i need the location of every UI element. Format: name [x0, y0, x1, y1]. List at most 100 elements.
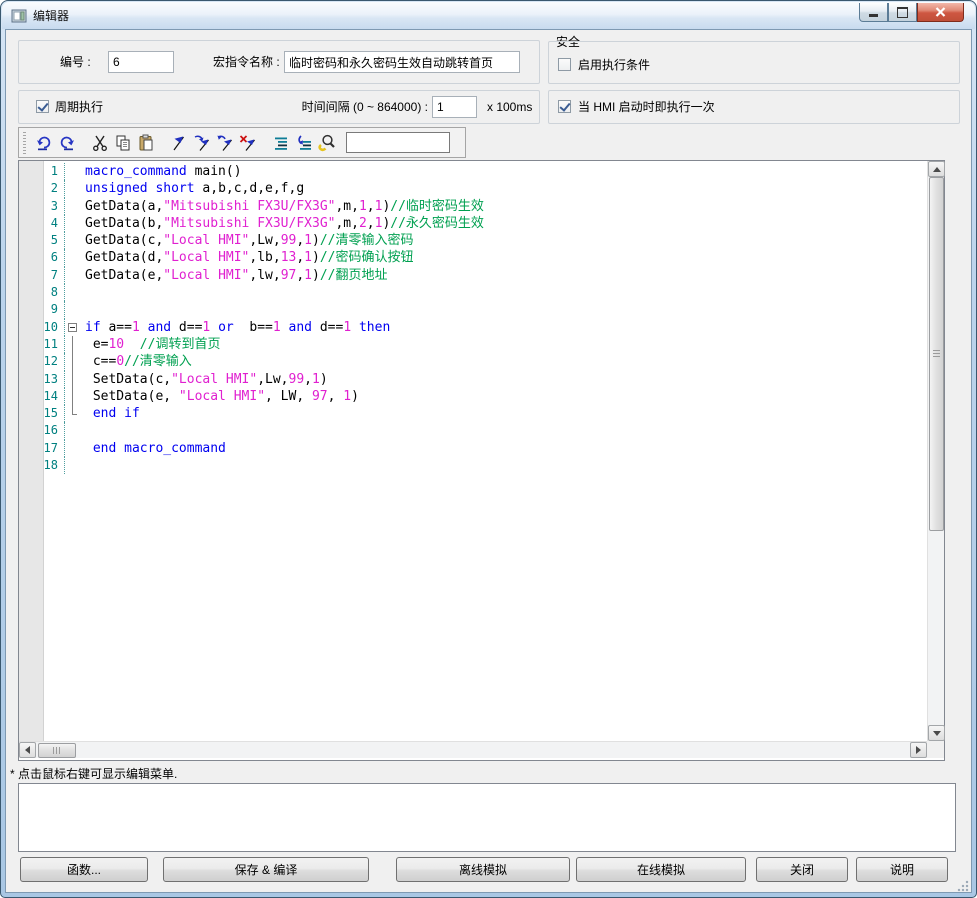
close-dialog-button[interactable]: 关闭: [756, 857, 848, 882]
fold-gutter: [65, 232, 81, 249]
scroll-right-button[interactable]: [910, 742, 927, 758]
next-bookmark-icon: [193, 134, 211, 152]
help-button[interactable]: 说明: [856, 857, 948, 882]
periodic-checkbox[interactable]: [36, 100, 49, 113]
fold-marker-mid: [65, 371, 81, 388]
clear-bookmarks-button[interactable]: [236, 131, 259, 154]
code-text: [81, 301, 85, 318]
arrow-left-icon: [25, 746, 30, 754]
code-line[interactable]: 12 c==0//清零输入: [19, 353, 927, 370]
undo-icon: [35, 134, 53, 152]
code-text: unsigned short a,b,c,d,e,f,g: [81, 180, 304, 197]
fold-marker-start[interactable]: [65, 319, 81, 336]
toggle-bookmark-button[interactable]: [167, 131, 190, 154]
maximize-button[interactable]: [888, 3, 917, 22]
function-button[interactable]: 函数...: [20, 857, 148, 882]
code-line[interactable]: 16: [19, 422, 927, 439]
fold-gutter: [65, 249, 81, 266]
code-line[interactable]: 3GetData(a,"Mitsubishi FX3U/FX3G",m,1,1)…: [19, 198, 927, 215]
line-number: 4: [19, 215, 65, 232]
titlebar[interactable]: 编辑器: [2, 2, 975, 29]
code-line[interactable]: 11 e=10 //调转到首页: [19, 336, 927, 353]
code-line[interactable]: 13 SetData(c,"Local HMI",Lw,99,1): [19, 371, 927, 388]
search-input[interactable]: [346, 132, 450, 153]
window-icon: [11, 8, 27, 24]
online-simulate-button[interactable]: 在线模拟: [576, 857, 746, 882]
fold-marker-mid: [65, 336, 81, 353]
code-lines: 1macro_command main()2unsigned short a,b…: [19, 163, 927, 474]
previous-bookmark-button[interactable]: [213, 131, 236, 154]
offline-simulate-button[interactable]: 离线模拟: [396, 857, 570, 882]
macro-name-input[interactable]: [284, 51, 520, 73]
horizontal-scroll-thumb[interactable]: [38, 743, 76, 758]
minimize-button[interactable]: [859, 3, 888, 22]
find-icon: [317, 133, 336, 152]
code-text: GetData(a,"Mitsubishi FX3U/FX3G",m,1,1)/…: [81, 198, 484, 215]
code-line[interactable]: 10if a==1 and d==1 or b==1 and d==1 then: [19, 319, 927, 336]
fold-gutter: [65, 284, 81, 301]
resize-grip[interactable]: [957, 880, 969, 892]
redo-button[interactable]: [55, 131, 78, 154]
next-bookmark-button[interactable]: [190, 131, 213, 154]
undo-button[interactable]: [32, 131, 55, 154]
line-number: 16: [19, 422, 65, 439]
goto-block-button[interactable]: [292, 131, 315, 154]
block-list-icon: [272, 134, 290, 152]
code-line[interactable]: 17 end macro_command: [19, 440, 927, 457]
run-on-startup-checkbox[interactable]: [558, 100, 571, 113]
code-text: e=10 //调转到首页: [81, 336, 220, 353]
code-line[interactable]: 4GetData(b,"Mitsubishi FX3U/FX3G",m,2,1)…: [19, 215, 927, 232]
macro-name-label: 宏指令名称 :: [213, 54, 280, 70]
toolbar-drag-handle[interactable]: [23, 132, 26, 154]
code-text: SetData(c,"Local HMI",Lw,99,1): [81, 371, 328, 388]
macro-number-label: 编号 :: [60, 54, 91, 70]
redo-icon: [58, 134, 76, 152]
code-editor[interactable]: 1macro_command main()2unsigned short a,b…: [18, 160, 945, 761]
cut-button[interactable]: [88, 131, 111, 154]
code-line[interactable]: 18: [19, 457, 927, 474]
save-compile-button[interactable]: 保存 & 编译: [163, 857, 369, 882]
arrow-right-icon: [916, 746, 921, 754]
code-line[interactable]: 15 end if: [19, 405, 927, 422]
vertical-scrollbar[interactable]: [927, 161, 944, 741]
code-line[interactable]: 7GetData(e,"Local HMI",lw,97,1)//翻页地址: [19, 267, 927, 284]
scroll-up-button[interactable]: [928, 161, 945, 177]
vertical-scroll-thumb[interactable]: [929, 177, 944, 531]
copy-button[interactable]: [111, 131, 134, 154]
scroll-left-button[interactable]: [19, 742, 36, 758]
fold-marker-end: [65, 405, 81, 422]
line-number: 6: [19, 249, 65, 266]
paste-button[interactable]: [134, 131, 157, 154]
editor-toolbar: [18, 127, 466, 158]
code-line[interactable]: 9: [19, 301, 927, 318]
fold-marker-mid: [65, 388, 81, 405]
enable-condition-checkbox[interactable]: [558, 58, 571, 71]
code-area[interactable]: 1macro_command main()2unsigned short a,b…: [19, 161, 927, 741]
code-line[interactable]: 1macro_command main(): [19, 163, 927, 180]
scroll-down-button[interactable]: [928, 725, 945, 741]
collapse-icon[interactable]: [68, 323, 77, 332]
compile-message-box[interactable]: [18, 783, 956, 852]
arrow-up-icon: [933, 167, 941, 172]
horizontal-scrollbar[interactable]: [19, 741, 927, 758]
paste-icon: [137, 134, 155, 152]
find-button[interactable]: [315, 131, 338, 154]
code-line[interactable]: 5GetData(c,"Local HMI",Lw,99,1)//清零输入密码: [19, 232, 927, 249]
code-line[interactable]: 6GetData(d,"Local HMI",lb,13,1)//密码确认按钮: [19, 249, 927, 266]
code-text: [81, 457, 85, 474]
code-text: if a==1 and d==1 or b==1 and d==1 then: [81, 319, 390, 336]
fold-gutter: [65, 301, 81, 318]
fold-marker-mid: [65, 353, 81, 370]
code-line[interactable]: 14 SetData(e, "Local HMI", LW, 97, 1): [19, 388, 927, 405]
code-line[interactable]: 8: [19, 284, 927, 301]
interval-input[interactable]: [432, 96, 477, 118]
fold-gutter: [65, 457, 81, 474]
interval-label: 时间间隔 (0 ~ 864000) :: [250, 99, 428, 115]
block-list-button[interactable]: [269, 131, 292, 154]
fold-gutter: [65, 267, 81, 284]
code-line[interactable]: 2unsigned short a,b,c,d,e,f,g: [19, 180, 927, 197]
line-number: 5: [19, 232, 65, 249]
fold-gutter: [65, 215, 81, 232]
macro-number-input[interactable]: [108, 51, 174, 73]
close-button[interactable]: [917, 3, 964, 22]
